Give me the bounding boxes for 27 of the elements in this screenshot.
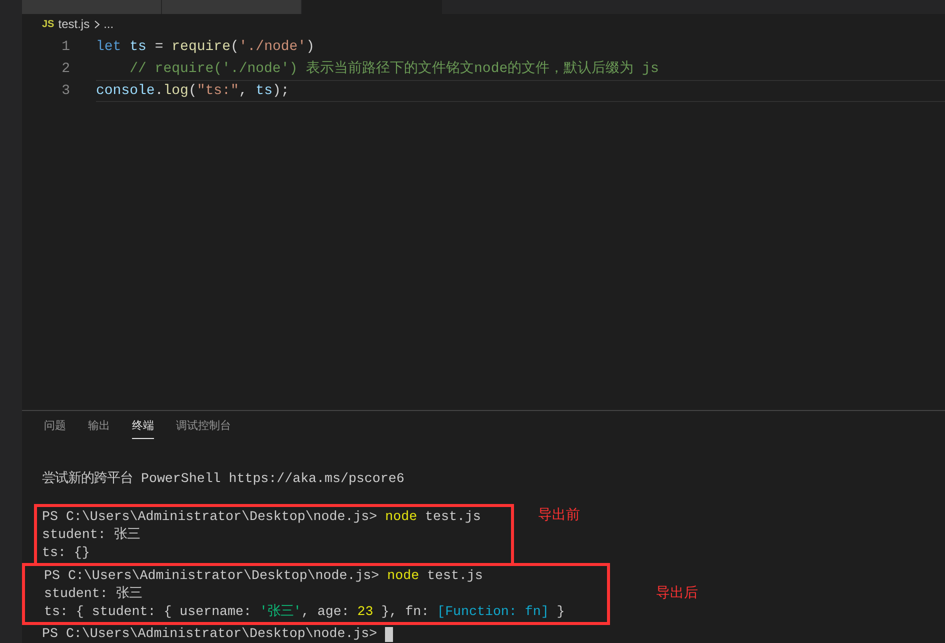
- js-file-label: JS: [42, 18, 54, 32]
- annotation-label: 导出后: [656, 585, 698, 603]
- terminal-line: student: 张三: [44, 585, 143, 603]
- editor-tab[interactable]: [302, 0, 442, 14]
- terminal-line: ts: {}: [42, 544, 91, 562]
- code-line: console.log("ts:", ts);: [96, 80, 945, 102]
- line-number: 2: [60, 60, 70, 78]
- terminal-line: PS C:\Users\Administrator\Desktop\node.js> node test.js: [44, 567, 484, 585]
- terminal-line: 尝试新的跨平台 PowerShell https://aka.ms/pscore6: [41, 470, 406, 488]
- editor-tab[interactable]: [162, 0, 302, 14]
- line-number: 1: [60, 38, 70, 56]
- editor-tab[interactable]: [22, 0, 162, 14]
- terminal-line: student: 张三: [42, 526, 141, 544]
- breadcrumb-file[interactable]: test.js: [58, 15, 90, 33]
- terminal-line: PS C:\Users\Administrator\Desktop\node.js>: [42, 625, 378, 643]
- panel-tab[interactable]: 调试控制台: [176, 414, 231, 439]
- panel-tab[interactable]: 终端: [132, 414, 154, 439]
- code-line: let ts = require('./node'): [96, 38, 316, 57]
- line-number: 3: [60, 82, 70, 100]
- code-line: // require('./node') 表示当前路径下的文件铭文node的文件，默认后缀为 js: [128, 59, 660, 79]
- breadcrumb-more[interactable]: ...: [104, 15, 114, 33]
- terminal-line: PS C:\Users\Administrator\Desktop\node.js> node test.js: [42, 508, 482, 526]
- annotation-label: 导出前: [538, 507, 580, 525]
- panel-tab[interactable]: 问题: [44, 414, 66, 439]
- terminal-line: ts: { student: { username: '张三', age: 23 }, fn: [Function: fn] }: [44, 603, 566, 621]
- panel-tab[interactable]: 输出: [88, 414, 110, 439]
- chevron-icon: [94, 20, 100, 28]
